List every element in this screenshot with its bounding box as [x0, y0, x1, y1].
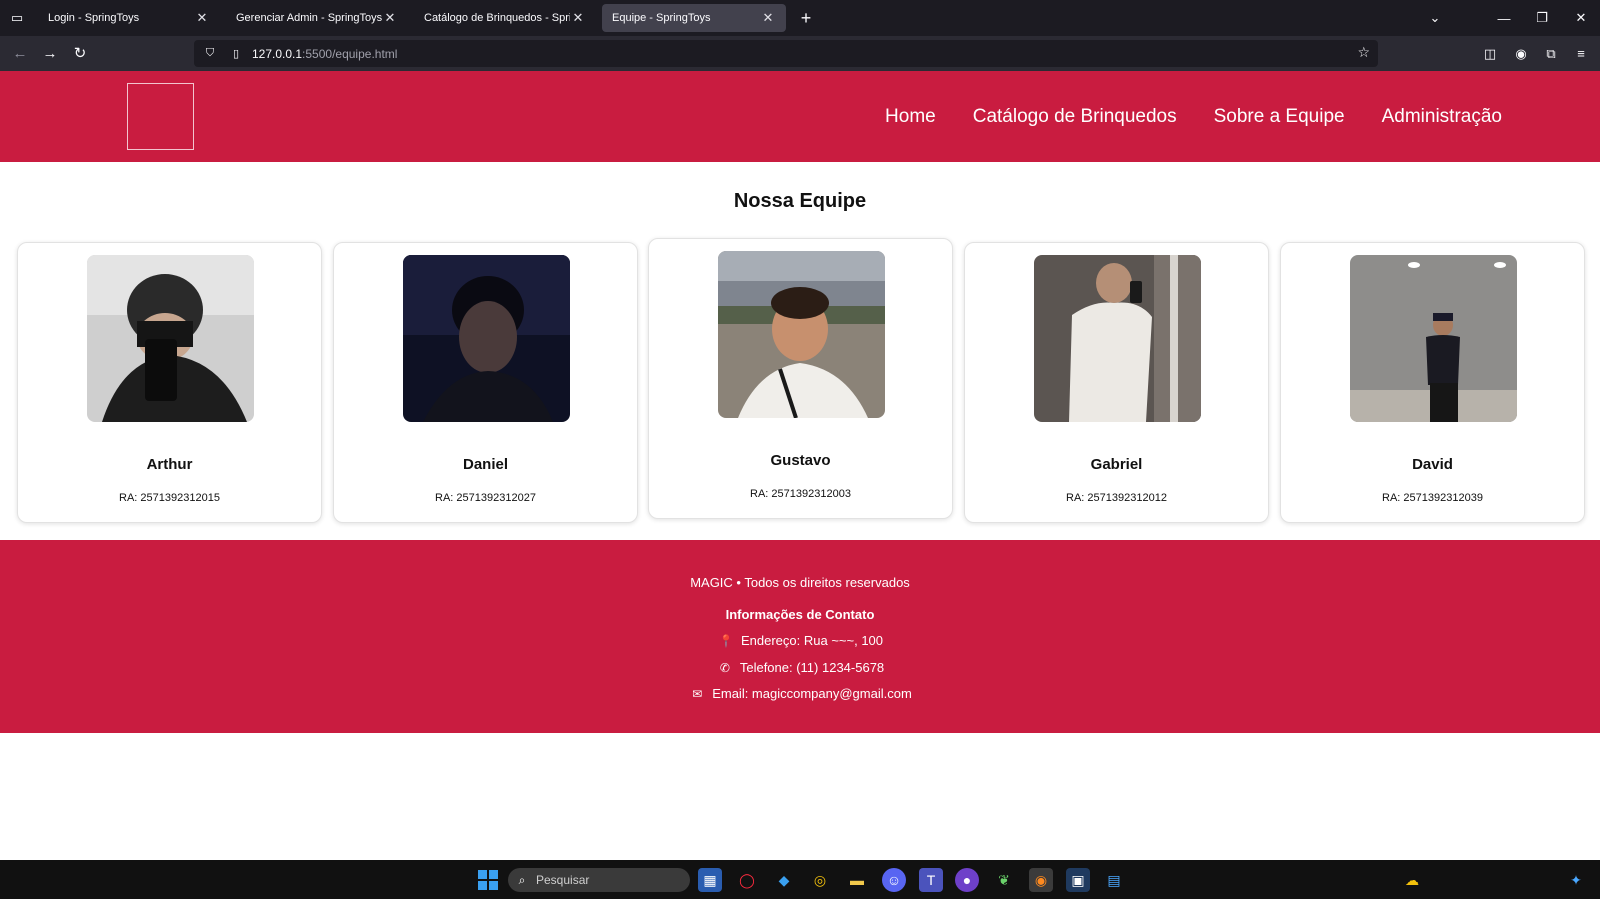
- member-photo: [1350, 255, 1517, 422]
- phone-icon: ✆: [719, 661, 730, 675]
- weather-icon[interactable]: ☁: [1400, 868, 1424, 892]
- team-card-highlighted: Gustavo RA: 2571392312003: [648, 238, 953, 519]
- member-photo: [87, 255, 254, 422]
- tab-title: Login - SpringToys: [48, 12, 140, 24]
- terminal-icon[interactable]: ▣: [1066, 868, 1090, 892]
- menu-icon[interactable]: ≡: [1571, 44, 1591, 64]
- taskbar-search-placeholder: Pesquisar: [536, 873, 590, 887]
- team-card: Gabriel RA: 2571392312012: [964, 242, 1269, 523]
- member-name: Gabriel: [1090, 456, 1143, 473]
- forward-arrow-icon[interactable]: →: [38, 42, 62, 66]
- os-taskbar: ⌕ Pesquisar ▦ ◯ ◆ ◎ ▬ ☺ T ● ❦ ◉ ▣ ▤ ☁ ✦: [0, 860, 1600, 899]
- footer-copyright: MAGIC • Todos os direitos reservados: [690, 575, 910, 590]
- close-icon[interactable]: ✕: [760, 10, 776, 26]
- member-name: David: [1412, 456, 1453, 473]
- store-icon[interactable]: ▦: [698, 868, 722, 892]
- team-card: Daniel RA: 2571392312027: [333, 242, 638, 523]
- member-ra: RA: 2571392312012: [1066, 492, 1167, 504]
- member-ra: RA: 2571392312027: [435, 492, 536, 504]
- close-icon[interactable]: ✕: [382, 10, 398, 26]
- team-card: David RA: 2571392312039: [1280, 242, 1585, 523]
- discord-icon[interactable]: ☺: [882, 868, 906, 892]
- browser-tab-active[interactable]: Equipe - SpringToys ✕: [602, 4, 786, 32]
- github-icon[interactable]: ●: [955, 868, 979, 892]
- url-host: 127.0.0.1: [252, 46, 303, 61]
- member-name: Daniel: [462, 456, 508, 473]
- footer-phone: ✆ Telefone: (11) 1234-5678: [0, 660, 1600, 675]
- account-icon[interactable]: ◉: [1511, 44, 1531, 64]
- firefox-icon[interactable]: ◉: [1029, 868, 1053, 892]
- site-footer: MAGIC • Todos os direitos reservados Inf…: [0, 540, 1600, 733]
- team-card: Arthur RA: 2571392312015: [17, 242, 322, 523]
- copilot-icon[interactable]: ✦: [1564, 868, 1588, 892]
- member-ra: RA: 2571392312015: [119, 492, 220, 504]
- close-icon[interactable]: ✕: [570, 10, 586, 26]
- tab-list-icon[interactable]: ▭: [0, 0, 34, 36]
- site-nav: Home Catálogo de Brinquedos Sobre a Equi…: [885, 71, 1502, 162]
- restore-icon[interactable]: ❐: [1523, 0, 1561, 36]
- member-photo: [1034, 255, 1201, 422]
- back-arrow-icon[interactable]: ←: [8, 42, 32, 66]
- minimize-icon[interactable]: —: [1485, 0, 1523, 36]
- search-icon: ⌕: [518, 872, 526, 887]
- taskbar-search[interactable]: ⌕ Pesquisar: [508, 868, 690, 892]
- browser-nav-bar: ← → ↻ ⛉ ▯ 127.0.0.1:5500/equipe.html ☆ ◫…: [0, 36, 1600, 71]
- browser-tab[interactable]: Login - SpringToys ✕: [38, 4, 220, 32]
- footer-address-text: Endereço: Rua ~~~, 100: [740, 633, 884, 648]
- browser-tab[interactable]: Gerenciar Admin - SpringToys ✕: [226, 4, 408, 32]
- member-photo-image: [87, 255, 254, 422]
- nav-link-equipe[interactable]: Sobre a Equipe: [1214, 106, 1345, 128]
- member-photo-image: [1350, 255, 1517, 422]
- close-icon[interactable]: ✕: [194, 10, 210, 26]
- footer-phone-text: Telefone: (11) 1234-5678: [739, 660, 885, 675]
- footer-address: 📍 Endereço: Rua ~~~, 100: [0, 633, 1600, 648]
- teams-icon[interactable]: T: [919, 868, 943, 892]
- chrome-icon[interactable]: ◎: [808, 868, 832, 892]
- tab-title: Equipe - SpringToys: [612, 12, 711, 24]
- logo[interactable]: [127, 83, 194, 150]
- tab-title: Gerenciar Admin - SpringToys: [236, 12, 382, 24]
- url-bar[interactable]: ⛉ ▯ 127.0.0.1:5500/equipe.html ☆: [194, 40, 1378, 67]
- member-name: Gustavo: [770, 452, 831, 469]
- new-tab-plus-icon[interactable]: +: [794, 6, 818, 30]
- file-explorer-icon[interactable]: ▬: [845, 868, 869, 892]
- shield-icon[interactable]: ⛉: [200, 47, 220, 60]
- url-text[interactable]: 127.0.0.1:5500/equipe.html: [252, 47, 397, 61]
- tab-title: Catálogo de Brinquedos - SpringToys: [424, 12, 570, 24]
- footer-email: ✉ Email: magiccompany@gmail.com: [0, 686, 1600, 701]
- reload-icon[interactable]: ↻: [68, 42, 92, 66]
- browser-tab[interactable]: Catálogo de Brinquedos - SpringToys ✕: [414, 4, 596, 32]
- member-photo-image: [403, 255, 570, 422]
- vscode-icon[interactable]: ◆: [772, 868, 796, 892]
- notepad-icon[interactable]: ▤: [1102, 868, 1126, 892]
- member-photo: [403, 255, 570, 422]
- envelope-icon: ✉: [692, 687, 703, 701]
- pocket-icon[interactable]: ◫: [1480, 44, 1500, 64]
- nav-link-admin[interactable]: Administração: [1382, 106, 1502, 128]
- footer-contact-heading: Informações de Contato: [725, 607, 875, 622]
- page-title: Nossa Equipe: [733, 190, 867, 212]
- url-path: :5500/equipe.html: [302, 46, 398, 61]
- page-icon: ▯: [232, 48, 240, 60]
- map-pin-icon: 📍: [718, 634, 734, 648]
- member-name: Arthur: [146, 456, 193, 473]
- extensions-icon[interactable]: ⧉: [1541, 44, 1561, 64]
- nav-link-home[interactable]: Home: [885, 106, 936, 128]
- nav-link-catalogo[interactable]: Catálogo de Brinquedos: [973, 106, 1177, 128]
- spring-leaf-icon[interactable]: ❦: [992, 868, 1016, 892]
- windows-start-icon[interactable]: [476, 868, 500, 892]
- member-photo: [718, 251, 885, 418]
- member-ra: RA: 2571392312003: [750, 488, 851, 500]
- chevron-down-icon[interactable]: ⌄: [1416, 0, 1454, 36]
- member-photo-image: [718, 251, 885, 418]
- site-header: Home Catálogo de Brinquedos Sobre a Equi…: [0, 71, 1600, 162]
- footer-email-text: Email: magiccompany@gmail.com: [712, 686, 912, 701]
- member-photo-image: [1034, 255, 1201, 422]
- opera-icon[interactable]: ◯: [735, 868, 759, 892]
- close-window-icon[interactable]: ✕: [1562, 0, 1600, 36]
- bookmark-star-icon[interactable]: ☆: [1357, 44, 1370, 61]
- member-ra: RA: 2571392312039: [1382, 492, 1483, 504]
